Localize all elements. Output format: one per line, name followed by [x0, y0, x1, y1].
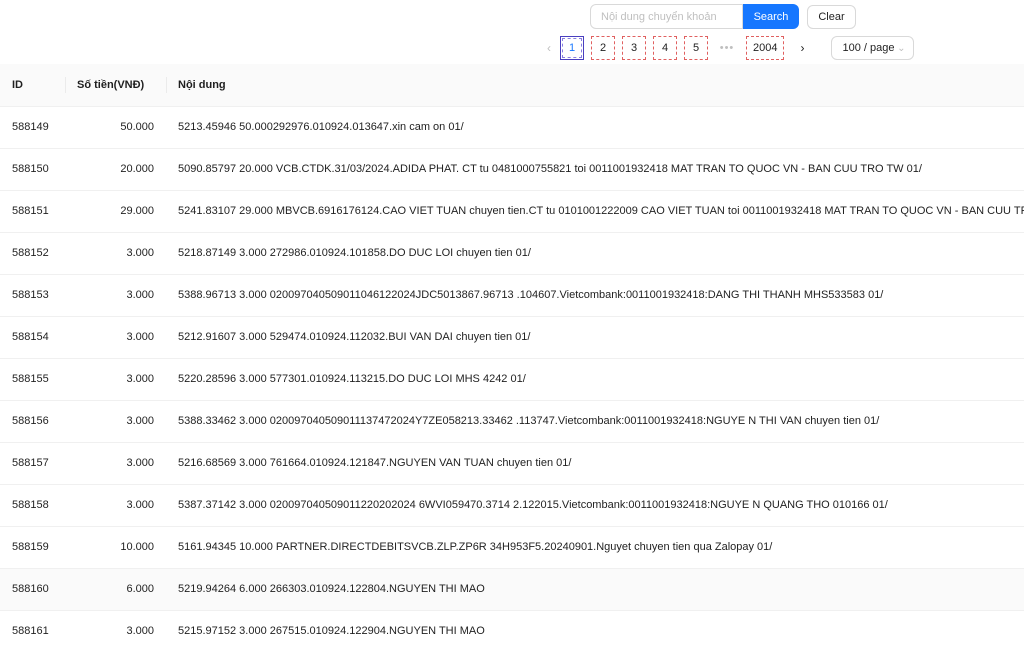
transactions-table: ID Số tiền(VNĐ) Nội dung 588149 50.000 521… — [0, 64, 1024, 648]
table-row[interactable]: 588155 3.000 5220.28596 3.000 577301.01092… — [0, 358, 1024, 401]
cell-content: 5216.68569 3.000 761664.010924.121847.NG… — [166, 442, 1024, 485]
cell-amount: 10.000 — [65, 526, 166, 569]
cell-amount: 6.000 — [65, 568, 166, 611]
column-header-content[interactable]: Nội dung — [166, 64, 1024, 107]
chevron-right-icon[interactable]: › — [791, 36, 813, 60]
page-5[interactable]: 5 — [684, 36, 708, 60]
cell-id: 588157 — [0, 442, 65, 485]
page-size-select[interactable]: 100 / page ⌄ — [831, 36, 915, 60]
table-row[interactable]: 588151 29.000 5241.83107 29.000 MBVCB.6916… — [0, 190, 1024, 233]
table-row[interactable]: 588154 3.000 5212.91607 3.000 529474.01092… — [0, 316, 1024, 359]
page-4[interactable]: 4 — [653, 36, 677, 60]
search-input[interactable] — [590, 4, 743, 29]
page-3[interactable]: 3 — [622, 36, 646, 60]
cell-id: 588155 — [0, 358, 65, 401]
page-last[interactable]: 2004 — [746, 36, 785, 60]
cell-id: 588159 — [0, 526, 65, 569]
cell-amount: 3.000 — [65, 610, 166, 648]
cell-content: 5212.91607 3.000 529474.010924.112032.BU… — [166, 316, 1024, 359]
cell-id: 588149 — [0, 106, 65, 149]
cell-content: 5388.33462 3.000 02009704050901113747202… — [166, 400, 1024, 443]
page-size-value: 100 / page — [842, 42, 895, 54]
cell-amount: 3.000 — [65, 358, 166, 401]
cell-amount: 3.000 — [65, 442, 166, 485]
cell-content: 5213.45946 50.000292976.010924.013647.xi… — [166, 106, 1024, 149]
cell-amount: 3.000 — [65, 232, 166, 275]
cell-id: 588151 — [0, 190, 65, 233]
cell-content: 5161.94345 10.000 PARTNER.DIRECTDEBITSVC… — [166, 526, 1024, 569]
table-row[interactable]: 588160 6.000 5219.94264 6.000 266303.01092… — [0, 568, 1024, 611]
page-2[interactable]: 2 — [591, 36, 615, 60]
cell-content: 5218.87149 3.000 272986.010924.101858.DO… — [166, 232, 1024, 275]
table-row[interactable]: 588153 3.000 5388.96713 3.000 020097040509… — [0, 274, 1024, 317]
table-row[interactable]: 588152 3.000 5218.87149 3.000 272986.01092… — [0, 232, 1024, 275]
search-button[interactable]: Search — [743, 4, 799, 29]
cell-amount: 3.000 — [65, 274, 166, 317]
pagination: ‹ 1 2 3 4 5 ••• 2004 › 100 / page ⌄ — [538, 36, 915, 60]
table-row[interactable]: 588161 3.000 5215.97152 3.000 267515.01092… — [0, 610, 1024, 648]
search-toolbar: Search Clear — [590, 4, 856, 29]
column-header-id[interactable]: ID — [0, 64, 65, 107]
cell-id: 588150 — [0, 148, 65, 191]
cell-id: 588160 — [0, 568, 65, 611]
cell-amount: 29.000 — [65, 190, 166, 233]
cell-content: 5215.97152 3.000 267515.010924.122904.NG… — [166, 610, 1024, 648]
cell-id: 588158 — [0, 484, 65, 527]
cell-content: 5220.28596 3.000 577301.010924.113215.DO… — [166, 358, 1024, 401]
cell-content: 5090.85797 20.000 VCB.CTDK.31/03/2024.AD… — [166, 148, 1024, 191]
cell-amount: 3.000 — [65, 316, 166, 359]
table-row[interactable]: 588159 10.000 5161.94345 10.000 PARTNER.DI… — [0, 526, 1024, 569]
table-row[interactable]: 588150 20.000 5090.85797 20.000 VCB.CTDK.3… — [0, 148, 1024, 191]
chevron-left-icon[interactable]: ‹ — [538, 36, 560, 60]
cell-id: 588152 — [0, 232, 65, 275]
table-row[interactable]: 588156 3.000 5388.33462 3.000 020097040509… — [0, 400, 1024, 443]
cell-content: 5388.96713 3.000 02009704050901104612202… — [166, 274, 1024, 317]
cell-id: 588156 — [0, 400, 65, 443]
page-ellipsis[interactable]: ••• — [715, 42, 739, 54]
cell-amount: 3.000 — [65, 400, 166, 443]
table-row[interactable]: 588149 50.000 5213.45946 50.000292976.0109… — [0, 106, 1024, 149]
cell-id: 588161 — [0, 610, 65, 648]
cell-amount: 3.000 — [65, 484, 166, 527]
cell-content: 5241.83107 29.000 MBVCB.6916176124.CAO V… — [166, 190, 1024, 233]
table-row[interactable]: 588157 3.000 5216.68569 3.000 761664.01092… — [0, 442, 1024, 485]
table-header-row: ID Số tiền(VNĐ) Nội dung — [0, 64, 1024, 107]
cell-id: 588153 — [0, 274, 65, 317]
cell-content: 5387.37142 3.000 02009704050901122020202… — [166, 484, 1024, 527]
cell-id: 588154 — [0, 316, 65, 359]
cell-content: 5219.94264 6.000 266303.010924.122804.NG… — [166, 568, 1024, 611]
chevron-down-icon: ⌄ — [897, 42, 906, 54]
table-row[interactable]: 588158 3.000 5387.37142 3.000 020097040509… — [0, 484, 1024, 527]
cell-amount: 50.000 — [65, 106, 166, 149]
cell-amount: 20.000 — [65, 148, 166, 191]
page-1[interactable]: 1 — [560, 36, 584, 60]
clear-button[interactable]: Clear — [807, 4, 856, 29]
column-header-amount[interactable]: Số tiền(VNĐ) — [65, 64, 166, 107]
